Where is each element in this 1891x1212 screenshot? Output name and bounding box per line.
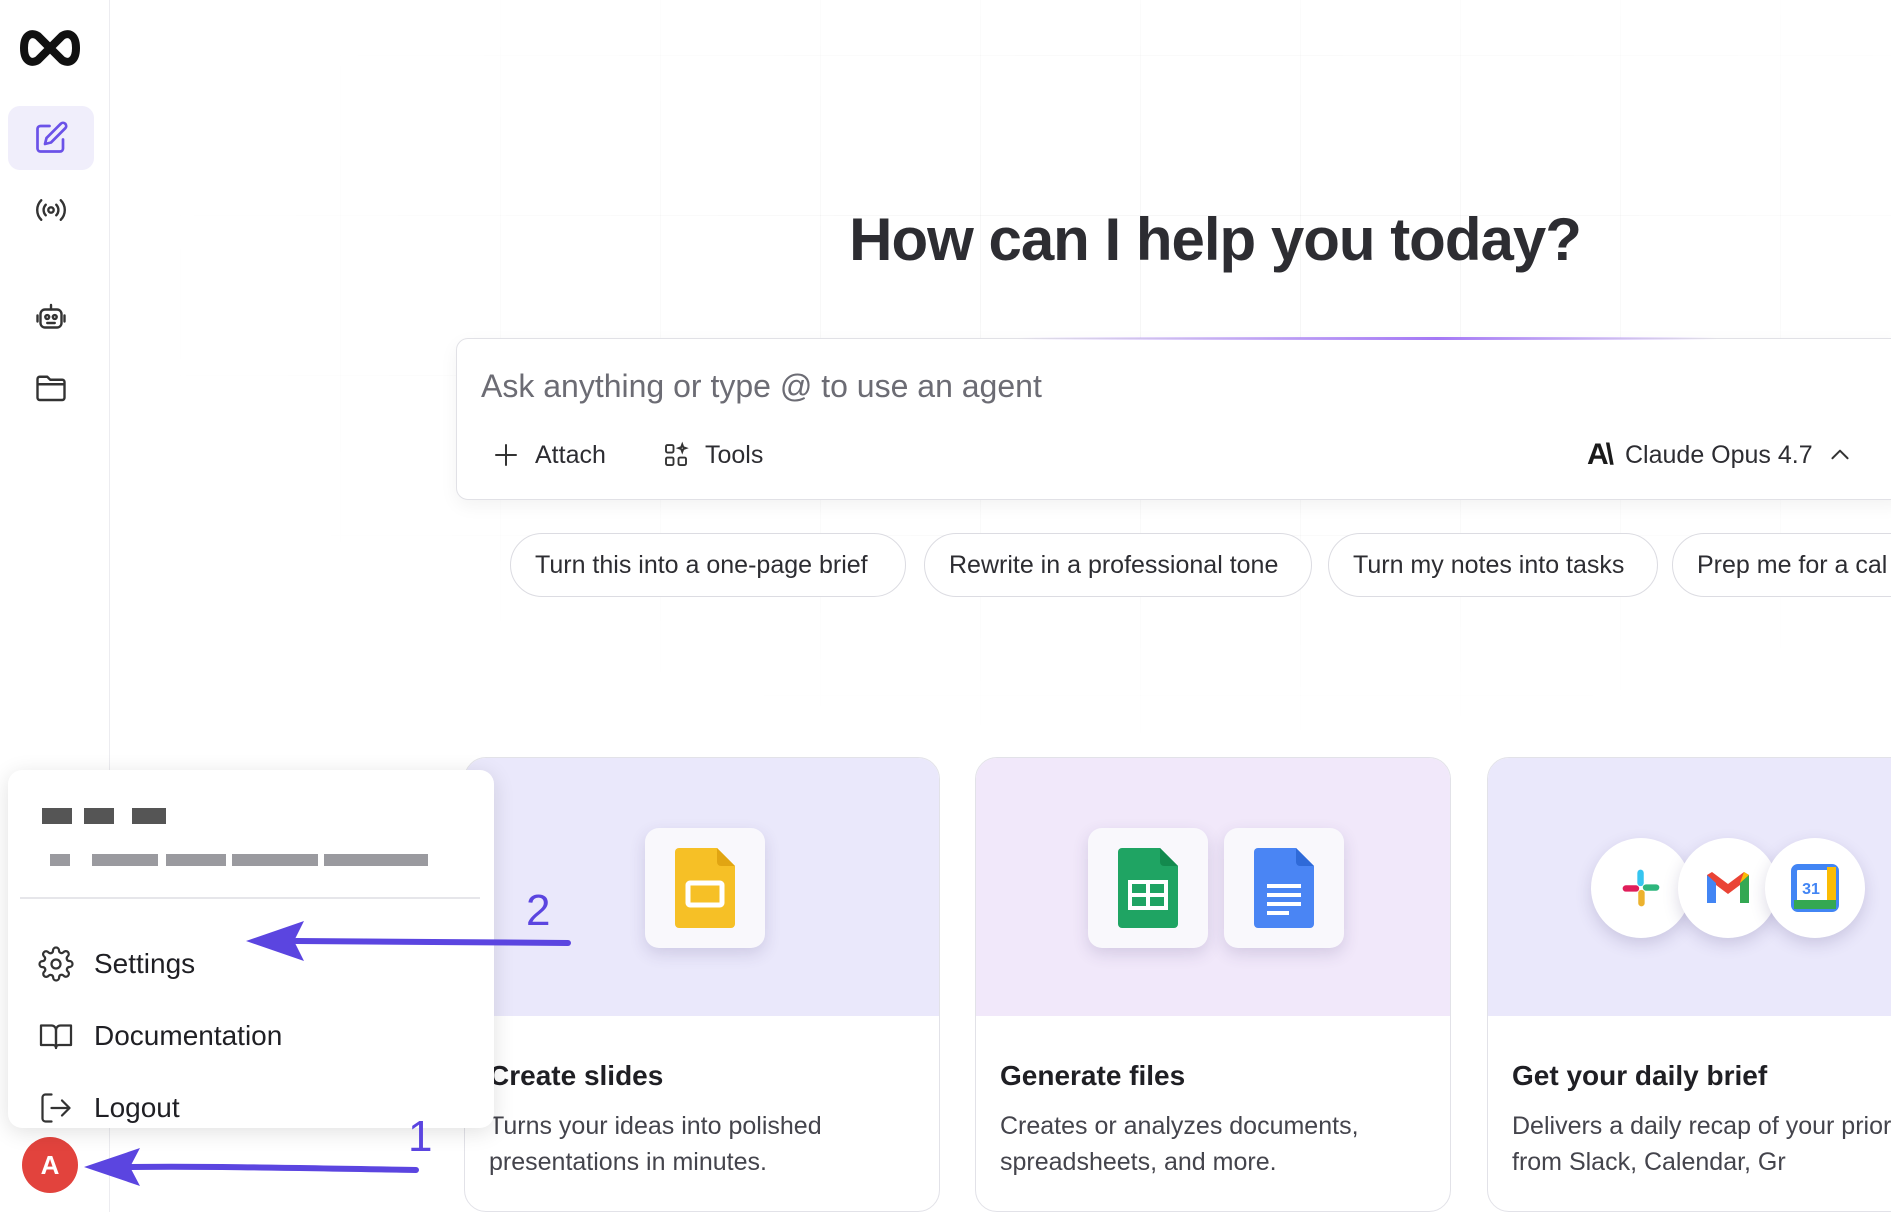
card-description: Turns your ideas into polished presentat… bbox=[489, 1112, 822, 1176]
logout-icon bbox=[41, 1093, 71, 1123]
google-docs-icon bbox=[1254, 848, 1314, 928]
composer-accent-line bbox=[1017, 337, 1717, 340]
create-slides-card[interactable]: Create slides Turns your ideas into poli… bbox=[464, 757, 940, 1212]
card-title: Generate files bbox=[1000, 1060, 1186, 1091]
documentation-menu-item[interactable]: Documentation bbox=[38, 1008, 478, 1064]
google-docs-tile bbox=[1224, 828, 1344, 948]
robot-icon bbox=[36, 303, 66, 329]
suggestion-chips: Turn this into a one-page brief Rewrite … bbox=[510, 533, 1891, 597]
tools-button[interactable]: Tools bbox=[661, 433, 763, 477]
card-title: Get your daily brief bbox=[1512, 1060, 1768, 1091]
new-chat-button[interactable] bbox=[8, 106, 94, 170]
tools-label: Tools bbox=[705, 440, 764, 469]
user-avatar-button[interactable]: A bbox=[22, 1137, 78, 1193]
chevron-up-icon bbox=[1831, 449, 1849, 460]
card-illustration bbox=[976, 758, 1450, 1016]
annotation-step-1: 1 bbox=[408, 1112, 433, 1161]
google-calendar-icon: 31 bbox=[1791, 864, 1839, 912]
calendar-circle: 31 bbox=[1765, 838, 1865, 938]
logout-label: Logout bbox=[94, 1092, 180, 1123]
annotation-step-2: 2 bbox=[526, 886, 551, 935]
generate-files-card[interactable]: Generate files Creates or analyzes docum… bbox=[975, 757, 1451, 1212]
gmail-circle bbox=[1678, 838, 1778, 938]
suggestion-chip[interactable]: Turn this into a one-page brief bbox=[510, 533, 906, 597]
edit-icon bbox=[36, 121, 68, 153]
settings-menu-item[interactable]: Settings bbox=[38, 936, 478, 992]
folder-icon bbox=[36, 375, 66, 402]
files-button[interactable] bbox=[8, 356, 94, 420]
attach-label: Attach bbox=[535, 440, 606, 469]
slack-icon bbox=[1622, 869, 1660, 907]
gear-icon bbox=[38, 946, 74, 982]
card-title: Create slides bbox=[489, 1060, 664, 1091]
plus-icon bbox=[495, 444, 517, 466]
gmail-icon bbox=[1707, 872, 1749, 903]
attach-button[interactable]: Attach bbox=[491, 433, 606, 477]
settings-label: Settings bbox=[94, 948, 196, 979]
slack-circle bbox=[1591, 838, 1691, 938]
user-menu-popup: Settings Documentation Logout bbox=[8, 770, 494, 1128]
broadcast-icon bbox=[36, 199, 66, 221]
calendar-day: 31 bbox=[1802, 881, 1820, 898]
documentation-label: Documentation bbox=[94, 1020, 283, 1051]
daily-brief-card[interactable]: 31 Get your daily brief Delivers a daily… bbox=[1487, 757, 1891, 1212]
google-sheets-icon bbox=[1118, 848, 1178, 928]
card-description: Delivers a daily recap of your prioritie… bbox=[1512, 1112, 1891, 1176]
google-sheets-tile bbox=[1088, 828, 1208, 948]
card-description: Creates or analyzes documents, spreadshe… bbox=[1000, 1112, 1359, 1176]
google-slides-icon bbox=[675, 848, 735, 928]
agents-button[interactable] bbox=[8, 285, 94, 349]
model-selector[interactable]: A\ Claude Opus 4.7 bbox=[1587, 433, 1853, 477]
menu-divider bbox=[20, 897, 480, 899]
suggestion-chip[interactable]: Prep me for a cal bbox=[1672, 533, 1891, 597]
card-illustration: 31 bbox=[1488, 758, 1891, 1016]
arrow-to-avatar bbox=[127, 1163, 419, 1173]
model-name: Claude Opus 4.7 bbox=[1625, 440, 1813, 469]
google-slides-tile bbox=[645, 828, 765, 948]
anthropic-icon: A\ bbox=[1587, 438, 1614, 471]
book-icon bbox=[39, 1024, 73, 1050]
infinity-logo[interactable] bbox=[18, 26, 82, 70]
suggestion-chip[interactable]: Rewrite in a professional tone bbox=[924, 533, 1312, 597]
suggestion-chip[interactable]: Turn my notes into tasks bbox=[1328, 533, 1658, 597]
prompt-input[interactable] bbox=[481, 361, 1481, 411]
chat-composer: Attach Tools A\ Claude Opus 4.7 bbox=[456, 337, 1891, 500]
page-title: How can I help you today? bbox=[849, 206, 1582, 273]
tools-grid-icon bbox=[665, 441, 689, 466]
broadcast-button[interactable] bbox=[8, 178, 94, 242]
